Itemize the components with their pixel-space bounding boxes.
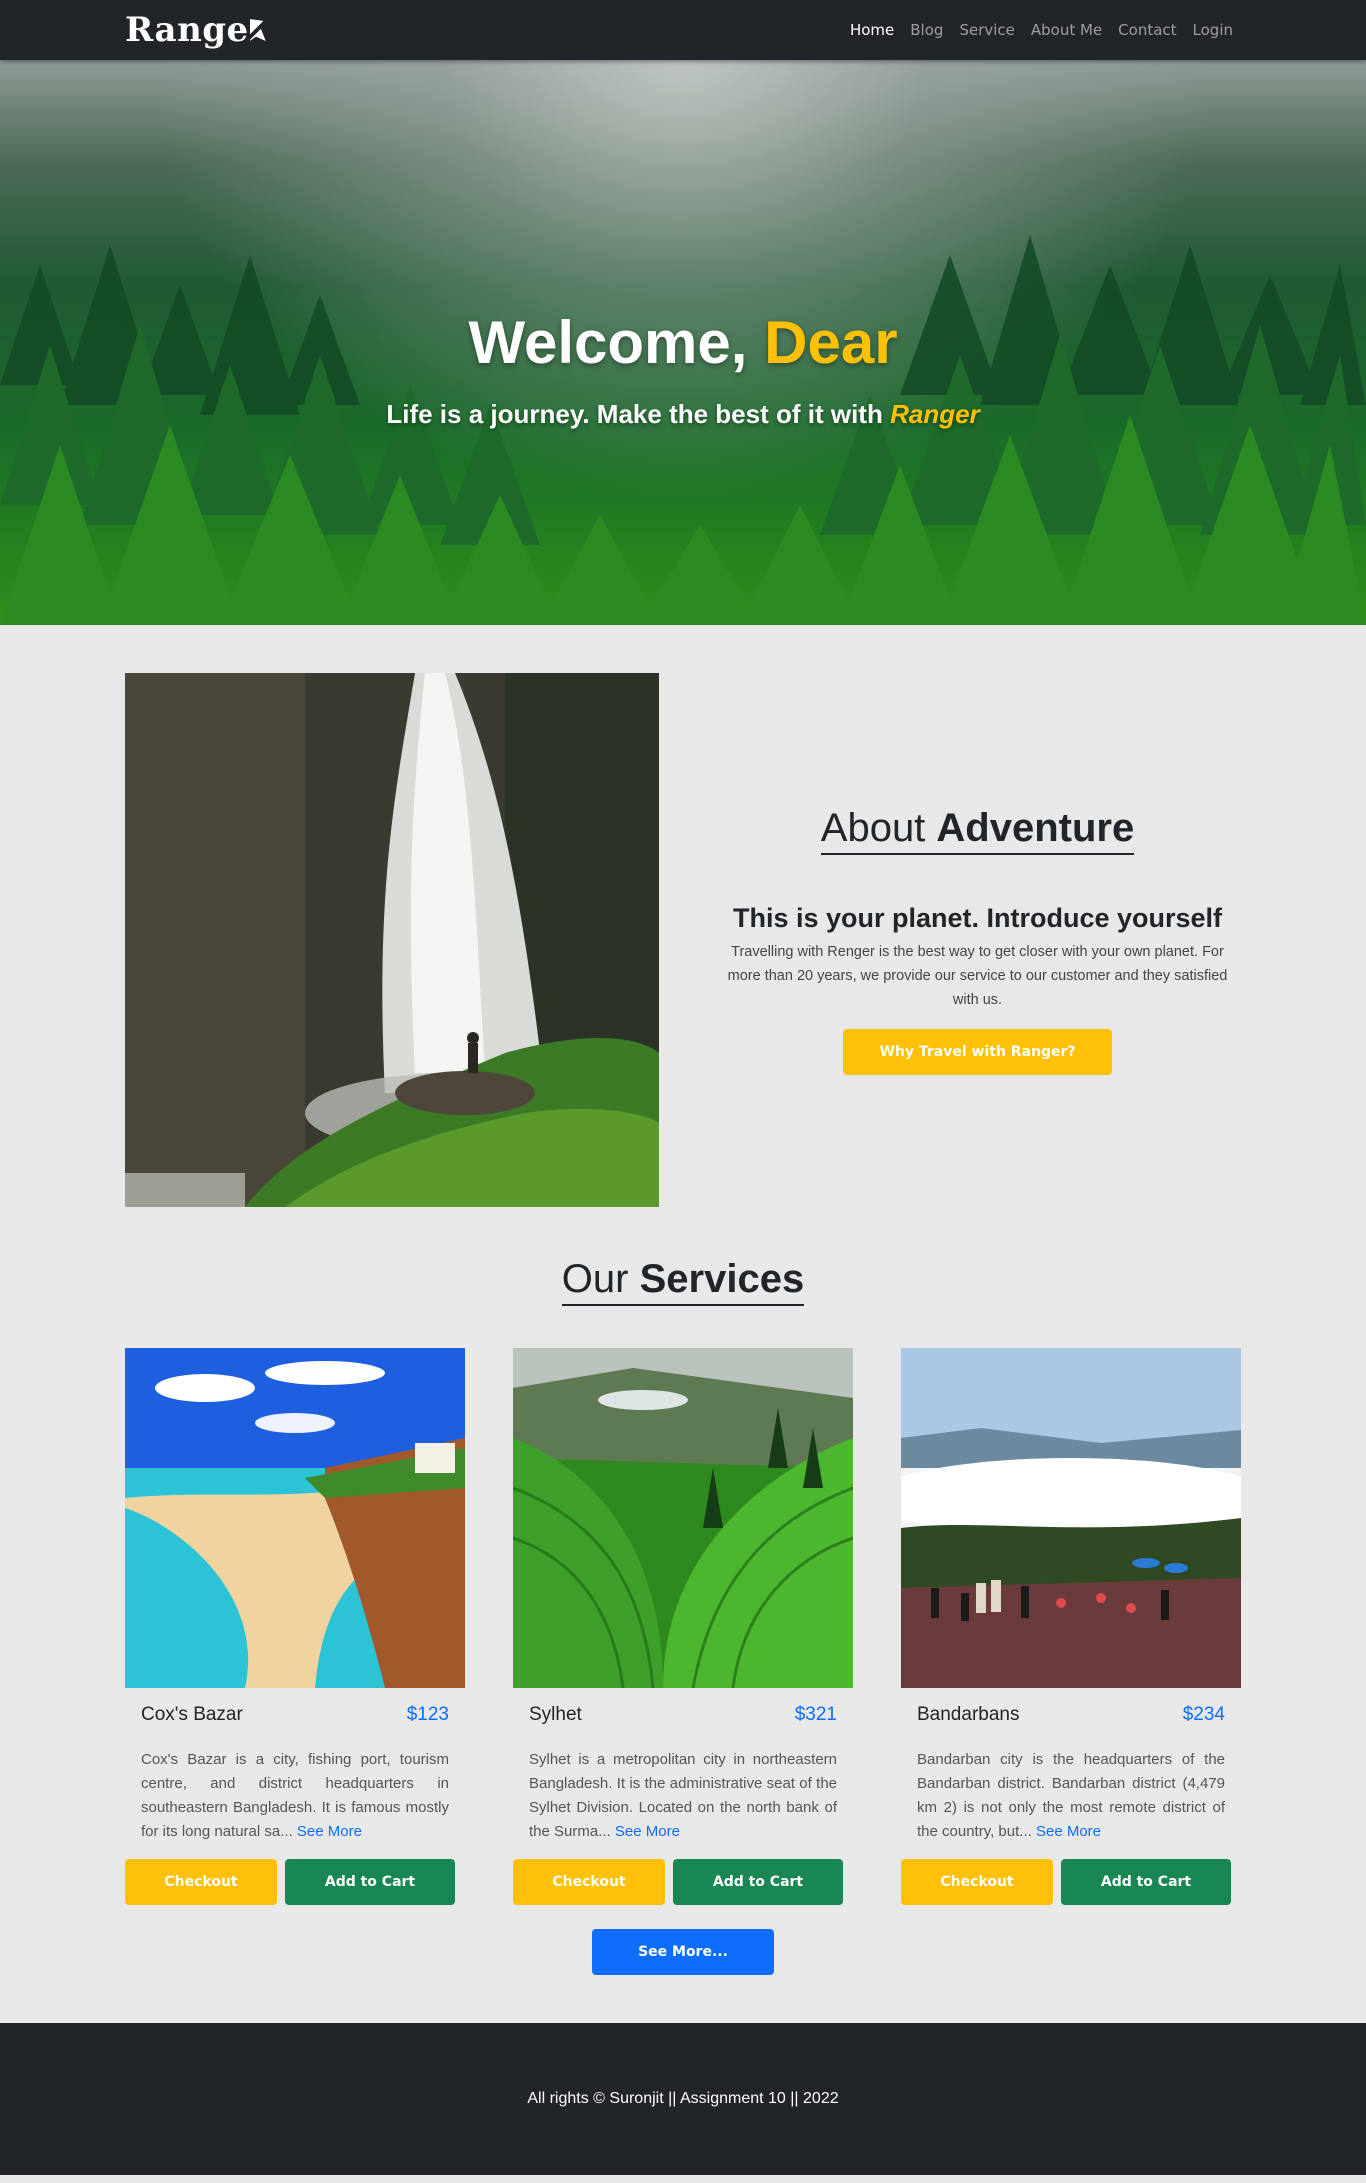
why-travel-button[interactable]: Why Travel with Ranger?	[843, 1028, 1112, 1075]
card-title: Sylhet	[529, 1704, 582, 1725]
card-description: Sylhet is a metropolitan city in northea…	[513, 1748, 853, 1844]
add-to-cart-button[interactable]: Add to Cart	[285, 1859, 455, 1905]
nav-link-service[interactable]: Service	[951, 13, 1022, 47]
service-card-coxs-bazar: Cox's Bazar $123 Cox's Bazar is a city, …	[125, 1348, 465, 1905]
services-section: Our Services Cox's Bazar $123 Cox's Baza…	[0, 1207, 1366, 1975]
navbar-container: Range Home Blog Service About Me Contact…	[125, 0, 1241, 60]
about-section: About Adventure This is your planet. Int…	[0, 625, 1366, 1207]
hill-clouds-illustration	[901, 1348, 1241, 1688]
card-description-text: Sylhet is a metropolitan city in northea…	[529, 1751, 837, 1840]
card-description-text: Cox's Bazar is a city, fishing port, tou…	[141, 1751, 449, 1840]
logo-text: Range	[125, 10, 249, 50]
hero-subtitle: Life is a journey. Make the best of it w…	[0, 399, 1366, 430]
tea-garden-illustration	[513, 1348, 853, 1688]
card-buttons: Checkout Add to Cart	[125, 1859, 465, 1905]
about-heading-light: About	[820, 805, 926, 850]
card-price: $234	[1182, 1704, 1225, 1725]
service-cards: Cox's Bazar $123 Cox's Bazar is a city, …	[125, 1348, 1241, 1905]
about-heading-bold: Adventure	[936, 805, 1135, 850]
add-to-cart-button[interactable]: Add to Cart	[1061, 1859, 1231, 1905]
navbar: Range Home Blog Service About Me Contact…	[0, 0, 1366, 60]
hero-subtitle-brand: Ranger	[890, 399, 980, 429]
coxs-bazar-image	[125, 1348, 465, 1688]
services-heading: Our Services	[561, 1257, 805, 1306]
hero-banner: Welcome, Dear Life is a journey. Make th…	[0, 60, 1366, 625]
see-more-link[interactable]: See More	[297, 1823, 362, 1840]
service-card-bandarbans: Bandarbans $234 Bandarban city is the he…	[901, 1348, 1241, 1905]
waterfall-image	[125, 673, 659, 1207]
hero-content: Welcome, Dear Life is a journey. Make th…	[0, 308, 1366, 430]
about-container: About Adventure This is your planet. Int…	[125, 673, 1241, 1207]
nav-links: Home Blog Service About Me Contact Login	[842, 13, 1241, 47]
card-buttons: Checkout Add to Cart	[513, 1859, 853, 1905]
services-container: Our Services Cox's Bazar $123 Cox's Baza…	[125, 1257, 1241, 1975]
nav-link-about-me[interactable]: About Me	[1023, 13, 1110, 47]
add-to-cart-button[interactable]: Add to Cart	[673, 1859, 843, 1905]
card-header: Sylhet $321	[513, 1704, 853, 1726]
hero-title: Welcome, Dear	[0, 308, 1366, 377]
about-description: Travelling with Renger is the best way t…	[727, 943, 1228, 1008]
card-title: Cox's Bazar	[141, 1704, 243, 1725]
card-header: Bandarbans $234	[901, 1704, 1241, 1726]
card-title: Bandarbans	[917, 1704, 1020, 1725]
beach-illustration	[125, 1348, 465, 1688]
see-more-link[interactable]: See More	[1036, 1823, 1101, 1840]
card-description: Bandarban city is the headquarters of th…	[901, 1748, 1241, 1844]
card-buttons: Checkout Add to Cart	[901, 1859, 1241, 1905]
sylhet-image	[513, 1348, 853, 1688]
card-price: $321	[794, 1704, 837, 1725]
waterfall-illustration	[125, 673, 659, 1207]
see-more-services-button[interactable]: See More...	[592, 1929, 774, 1975]
nav-link-home[interactable]: Home	[842, 13, 902, 47]
footer: All rights © Suronjit || Assignment 10 |…	[0, 2023, 1366, 2175]
logo-mark-icon	[249, 19, 266, 41]
hero-subtitle-text: Life is a journey. Make the best of it w…	[386, 399, 883, 429]
services-heading-light: Our	[561, 1257, 629, 1301]
hero-title-accent: Dear	[764, 309, 898, 376]
hero-title-main: Welcome,	[468, 309, 748, 376]
checkout-button[interactable]: Checkout	[125, 1859, 277, 1905]
bandarbans-image	[901, 1348, 1241, 1688]
logo[interactable]: Range	[125, 10, 266, 50]
see-more-wrapper: See More...	[125, 1929, 1241, 1975]
about-subheading: This is your planet. Introduce yourself	[732, 902, 1223, 933]
about-text: About Adventure This is your planet. Int…	[659, 806, 1241, 1075]
checkout-button[interactable]: Checkout	[901, 1859, 1053, 1905]
about-heading: About Adventure	[820, 805, 1135, 855]
card-price: $123	[406, 1704, 449, 1725]
nav-link-login[interactable]: Login	[1185, 13, 1241, 47]
nav-link-blog[interactable]: Blog	[902, 13, 951, 47]
service-card-sylhet: Sylhet $321 Sylhet is a metropolitan cit…	[513, 1348, 853, 1905]
services-heading-bold: Services	[639, 1257, 805, 1301]
see-more-link[interactable]: See More	[615, 1823, 680, 1840]
card-header: Cox's Bazar $123	[125, 1704, 465, 1726]
footer-copyright: All rights © Suronjit || Assignment 10 |…	[527, 2090, 839, 2107]
card-description: Cox's Bazar is a city, fishing port, tou…	[125, 1748, 465, 1844]
checkout-button[interactable]: Checkout	[513, 1859, 665, 1905]
nav-link-contact[interactable]: Contact	[1110, 13, 1184, 47]
